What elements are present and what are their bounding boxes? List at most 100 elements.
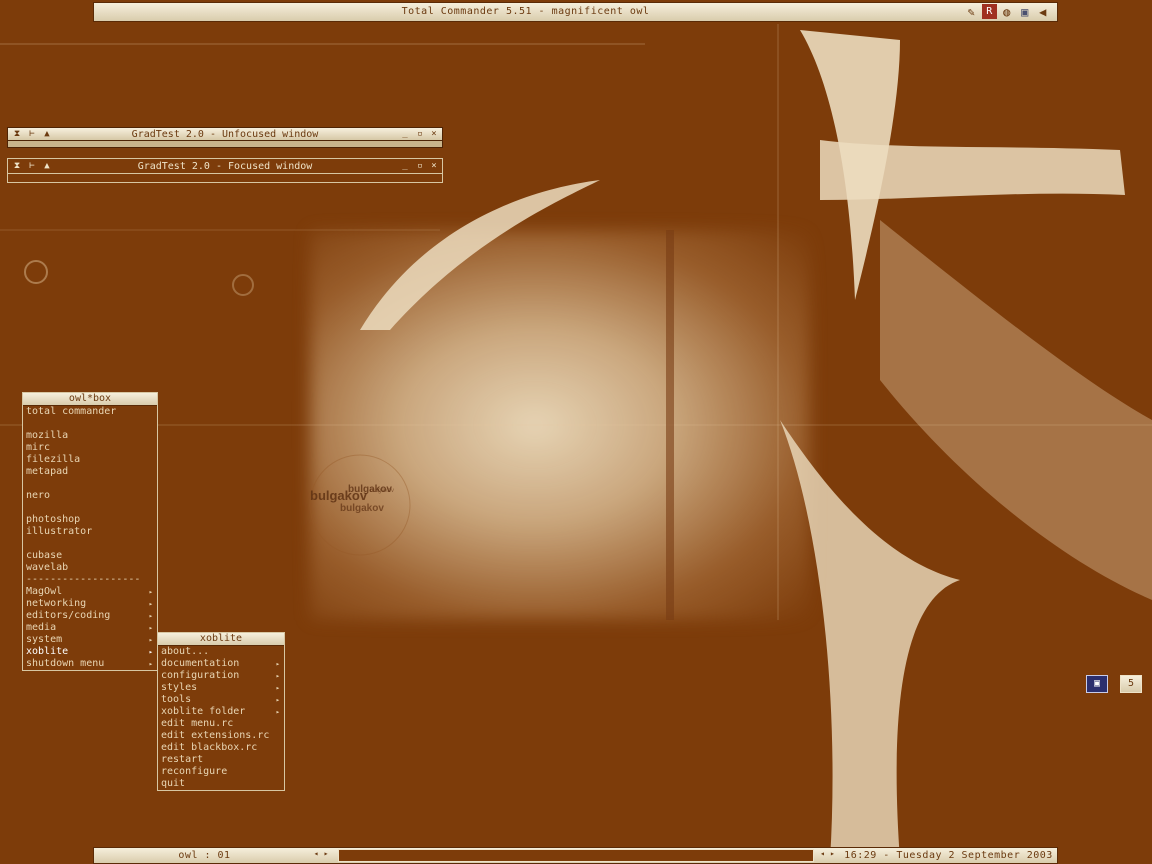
menu-item-photoshop[interactable]: photoshop: [23, 514, 157, 526]
menu-item-xoblite-folder[interactable]: xoblite folder ▸: [158, 706, 284, 718]
menu-item-edit-menu-rc[interactable]: edit menu.rc: [158, 718, 284, 730]
submenu-arrow-icon: ▸: [148, 660, 153, 668]
menu-item-cubase[interactable]: cubase: [23, 550, 157, 562]
menu-item-label: metapad: [26, 466, 69, 477]
menu-item-tools[interactable]: tools ▸: [158, 694, 284, 706]
submenu-arrow-icon: ▸: [275, 684, 280, 692]
menu-item-wavelab[interactable]: wavelab: [23, 562, 157, 574]
prev-task-button[interactable]: ◂: [820, 849, 825, 858]
menu-item-label: illustrator: [26, 526, 93, 537]
workspace-number-button[interactable]: 5: [1120, 675, 1142, 693]
system-tray: ✎ R ◍ ▣ ◀: [963, 4, 1055, 20]
menu-item-label: nero: [26, 490, 51, 501]
close-button[interactable]: ×: [427, 128, 441, 140]
menu-item-label: total commander: [26, 406, 117, 417]
menu-spacer: [23, 478, 157, 490]
menu-item-configuration[interactable]: configuration ▸: [158, 670, 284, 682]
workspace-monitor-button[interactable]: ▣: [1086, 675, 1108, 693]
menu-item-label: edit extensions.rc: [161, 730, 270, 741]
menu-item-total-commander[interactable]: total commander: [23, 406, 157, 418]
menu-item-networking[interactable]: networking ▸: [23, 598, 157, 610]
menu-item-mirc[interactable]: mirc: [23, 442, 157, 454]
menu-item-label: about...: [161, 646, 210, 657]
menu-item-documentation[interactable]: documentation ▸: [158, 658, 284, 670]
menu-item-label: edit blackbox.rc: [161, 742, 258, 753]
menu-item-label: reconfigure: [161, 766, 228, 777]
r-logo-icon[interactable]: R: [982, 4, 997, 19]
menu-separator: -------------------: [23, 574, 157, 586]
menu-item-system[interactable]: system ▸: [23, 634, 157, 646]
menu-item-label: tools: [161, 694, 192, 705]
menu-item-label: xoblite folder: [161, 706, 246, 717]
menu-item-media[interactable]: media ▸: [23, 622, 157, 634]
taskbar-area[interactable]: [338, 849, 814, 862]
window-titlebar[interactable]: ⧗ ⊢ ▲ GradTest 2.0 - Focused window _ ▫ …: [7, 158, 443, 174]
submenu-arrow-icon: ▸: [148, 600, 153, 608]
menu-item-xoblite[interactable]: xoblite ▸: [23, 646, 157, 658]
submenu-arrow-icon: ▸: [148, 636, 153, 644]
submenu-arrow-icon: ▸: [275, 660, 280, 668]
menu-item-edit-blackbox-rc[interactable]: edit blackbox.rc: [158, 742, 284, 754]
menu-item-label: cubase: [26, 550, 63, 561]
menu-item-label: quit: [161, 778, 186, 789]
globe-icon[interactable]: ◍: [999, 4, 1015, 20]
root-menu: owl*box total commander mozilla mirc filezi…: [22, 392, 158, 671]
maximize-button[interactable]: ▫: [413, 160, 427, 172]
workspace-section: owl : 01 ◂ ▸: [94, 848, 335, 863]
wallpaper-text-4: bulgakov: [370, 488, 394, 494]
submenu-arrow-icon: ▸: [275, 696, 280, 704]
focused-window: ⧗ ⊢ ▲ GradTest 2.0 - Focused window _ ▫ …: [7, 158, 443, 183]
menu-item-reconfigure[interactable]: reconfigure: [158, 766, 284, 778]
menu-spacer: [23, 502, 157, 514]
minimize-button[interactable]: _: [398, 160, 412, 172]
menu-item-editors-coding[interactable]: editors/coding ▸: [23, 610, 157, 622]
menu-item-label: mirc: [26, 442, 51, 453]
menu-item-styles[interactable]: styles ▸: [158, 682, 284, 694]
maximize-button[interactable]: ▫: [413, 128, 427, 140]
minimize-button[interactable]: _: [398, 128, 412, 140]
menu-item-illustrator[interactable]: illustrator: [23, 526, 157, 538]
wallpaper-text-3: bulgakov: [340, 503, 384, 514]
menu-item-magowl[interactable]: MagOwl ▸: [23, 586, 157, 598]
submenu-arrow-icon: ▸: [148, 648, 153, 656]
menu-item-about[interactable]: about...: [158, 646, 284, 658]
wallpaper-text-2: bulgakov: [310, 488, 368, 503]
menu-item-edit-extensions-rc[interactable]: edit extensions.rc: [158, 730, 284, 742]
unfocused-window: ⧗ ⊢ ▲ GradTest 2.0 - Unfocused window _ …: [7, 127, 443, 148]
menu-item-label: filezilla: [26, 454, 81, 465]
menu-item-metapad[interactable]: metapad: [23, 466, 157, 478]
menu-title: xoblite: [158, 633, 284, 646]
menu-item-label: documentation: [161, 658, 240, 669]
next-workspace-button[interactable]: ▸: [324, 849, 329, 858]
window-title: GradTest 2.0 - Focused window: [137, 161, 313, 172]
clock-section: ◂ ▸ 16:29 - Tuesday 2 September 2003: [816, 848, 1057, 863]
menu-items: about... documentation ▸ configuration ▸ styl…: [158, 646, 284, 790]
submenu-arrow-icon: ▸: [148, 624, 153, 632]
monitor-icon[interactable]: ▣: [1017, 4, 1033, 20]
menu-item-nero[interactable]: nero: [23, 490, 157, 502]
menu-item-label: shutdown menu: [26, 658, 105, 669]
menu-item-mozilla[interactable]: mozilla: [23, 430, 157, 442]
menu-item-restart[interactable]: restart: [158, 754, 284, 766]
prev-workspace-button[interactable]: ◂: [314, 849, 319, 858]
menu-item-label: system: [26, 634, 63, 645]
submenu-arrow-icon: ▸: [275, 708, 280, 716]
xoblite-submenu: xoblite about... documentation ▸ configurat…: [157, 632, 285, 791]
window-title: GradTest 2.0 - Unfocused window: [131, 129, 319, 140]
monitor-icon: ▣: [1093, 678, 1101, 689]
submenu-arrow-icon: ▸: [275, 672, 280, 680]
menu-item-label: xoblite: [26, 646, 69, 657]
bottom-toolbar: owl : 01 ◂ ▸ ◂ ▸ 16:29 - Tuesday 2 Septe…: [93, 847, 1058, 864]
menu-item-filezilla[interactable]: filezilla: [23, 454, 157, 466]
menu-item-label: edit menu.rc: [161, 718, 234, 729]
close-button[interactable]: ×: [427, 160, 441, 172]
submenu-arrow-icon: ▸: [148, 612, 153, 620]
window-titlebar[interactable]: ⧗ ⊢ ▲ GradTest 2.0 - Unfocused window _ …: [7, 127, 443, 141]
speaker-icon[interactable]: ◀: [1035, 4, 1051, 20]
menu-item-shutdown-menu[interactable]: shutdown menu ▸: [23, 658, 157, 670]
menu-items: total commander mozilla mirc filezilla metap…: [23, 406, 157, 670]
next-task-button[interactable]: ▸: [830, 849, 835, 858]
menu-item-label: restart: [161, 754, 204, 765]
menu-item-quit[interactable]: quit: [158, 778, 284, 790]
pen-icon[interactable]: ✎: [963, 4, 980, 20]
